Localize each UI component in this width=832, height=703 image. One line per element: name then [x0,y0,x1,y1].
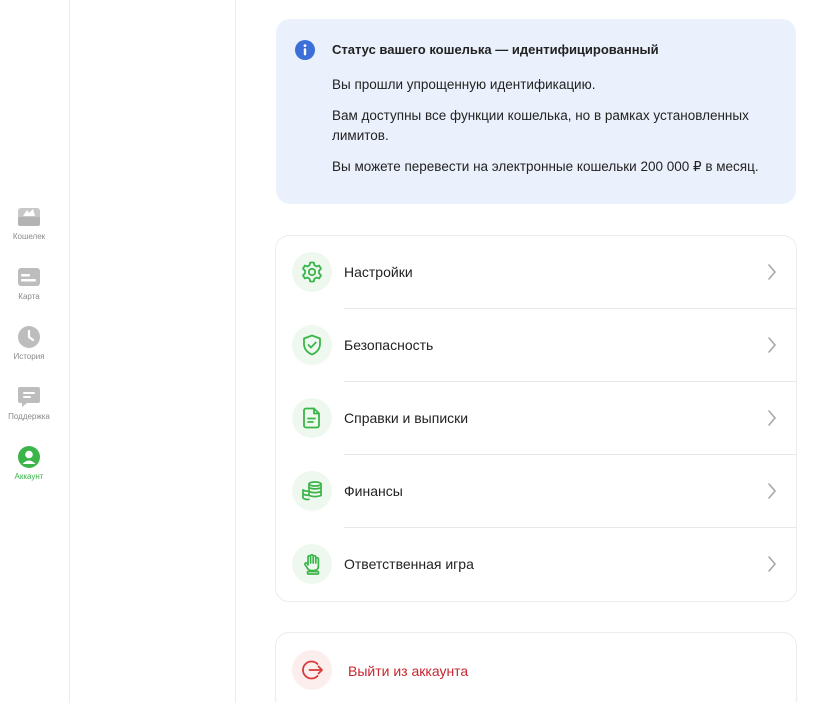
menu-item-label: Настройки [344,264,413,280]
sidebar-nav: Кошелек Карта История Поддержка Аккаунт [0,0,70,703]
menu-item-finance[interactable]: Финансы [276,455,796,528]
wallet-status-notice: Статус вашего кошелька — идентифицирован… [276,19,796,204]
account-menu: Настройки Безопасность Справки и выписки [275,235,797,602]
chevron-right-icon [766,263,778,281]
hand-icon [292,544,332,584]
sidebar-item-label: Поддержка [8,412,50,421]
sidebar-item-history[interactable]: История [0,325,58,369]
logout-icon [292,650,332,690]
menu-item-settings[interactable]: Настройки [276,236,796,309]
chevron-right-icon [766,336,778,354]
menu-item-label: Финансы [344,483,403,499]
menu-item-statements[interactable]: Справки и выписки [276,382,796,455]
wallet-status-title: Статус вашего кошелька — идентифицирован… [332,42,659,57]
clock-icon [17,325,41,349]
sidebar-item-wallet[interactable]: Кошелек [0,205,58,249]
chevron-right-icon [766,555,778,573]
wallet-icon [17,205,41,229]
menu-item-security[interactable]: Безопасность [276,309,796,382]
sidebar-item-support[interactable]: Поддержка [0,385,58,429]
chevron-right-icon [766,482,778,500]
menu-item-label: Справки и выписки [344,410,469,426]
card-icon [17,265,41,289]
shield-check-icon [292,325,332,365]
wallet-status-line: Вам доступны все функции кошелька, но в … [332,108,749,143]
document-icon [292,398,332,438]
wallet-status-line: Вы можете перевести на электронные кошел… [332,159,759,174]
coins-icon [292,471,332,511]
sidebar-item-label: Карта [18,292,40,301]
menu-item-label: Ответственная игра [344,556,474,572]
chevron-right-icon [766,409,778,427]
menu-item-responsible-gaming[interactable]: Ответственная игра [276,528,796,601]
sidebar-item-account[interactable]: Аккаунт [0,445,58,489]
sidebar-item-label: Аккаунт [14,472,44,481]
gear-icon [292,252,332,292]
menu-item-label: Безопасность [344,337,434,353]
logout-button[interactable]: Выйти из аккаунта [275,632,797,703]
sidebar-item-label: История [13,352,45,361]
logout-label: Выйти из аккаунта [348,663,469,679]
sidebar-item-card[interactable]: Карта [0,265,58,309]
sidebar-item-label: Кошелек [12,232,46,241]
secondary-panel [70,0,236,703]
user-icon [17,445,41,469]
chat-icon [17,385,41,409]
wallet-status-line: Вы прошли упрощенную идентификацию. [332,77,596,92]
info-icon [295,40,315,60]
